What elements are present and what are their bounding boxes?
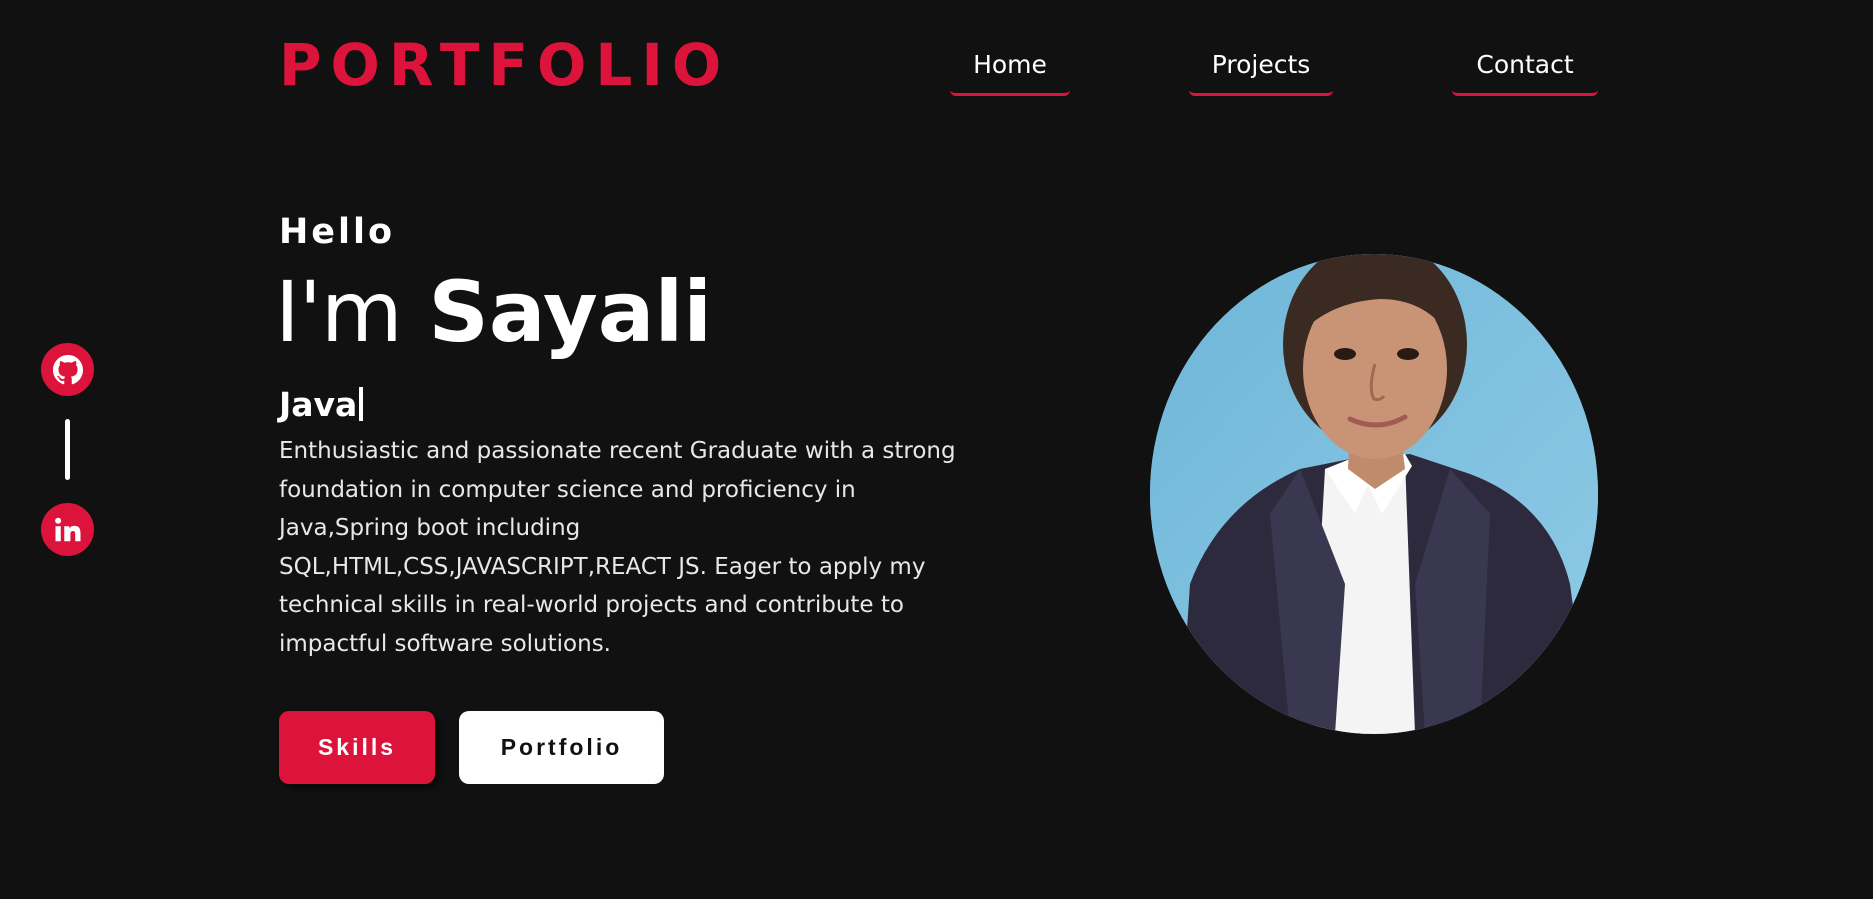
linkedin-link[interactable]	[41, 503, 94, 556]
page: PORTFOLIO Home Projects Contact Hello I'…	[0, 0, 1873, 899]
typing-cursor	[359, 387, 364, 421]
hero-name: Sayali	[428, 263, 713, 361]
github-icon	[52, 354, 83, 384]
logo[interactable]: PORTFOLIO	[279, 30, 730, 100]
portfolio-button[interactable]: Portfolio	[459, 711, 664, 784]
linkedin-icon	[54, 517, 80, 541]
intro-prefix: I'm	[275, 263, 403, 361]
hero-title: I'm Sayali	[275, 262, 712, 362]
social-divider	[65, 419, 70, 480]
typed-text: Java	[279, 385, 358, 424]
typed-role: Java	[279, 384, 364, 426]
skills-button[interactable]: Skills	[279, 711, 435, 784]
nav-home[interactable]: Home	[950, 46, 1070, 96]
profile-portrait	[1150, 254, 1598, 734]
greeting: Hello	[279, 212, 396, 252]
github-link[interactable]	[41, 343, 94, 396]
profile-photo	[1150, 254, 1598, 734]
nav-contact[interactable]: Contact	[1452, 46, 1598, 96]
nav-projects[interactable]: Projects	[1189, 46, 1333, 96]
hero-description: Enthusiastic and passionate recent Gradu…	[279, 438, 956, 657]
